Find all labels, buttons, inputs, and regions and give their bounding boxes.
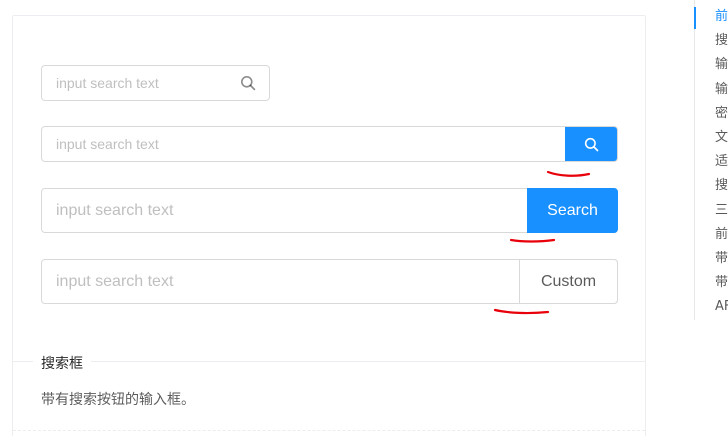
search-button[interactable] (565, 127, 617, 161)
search-icon (584, 137, 599, 151)
search-input-suffix-icon (41, 65, 270, 101)
anchor-link[interactable]: 文 (715, 130, 728, 146)
search-input[interactable] (42, 66, 227, 100)
anchor-link[interactable]: 带 (715, 275, 728, 291)
demo-divider (13, 361, 645, 362)
demo-description: 带有搜索按钮的输入框。 (41, 392, 195, 408)
anchor-link[interactable]: 密 (715, 106, 728, 122)
dashed-divider (13, 430, 645, 431)
demo-title: 搜索框 (33, 353, 91, 373)
page: Search Custom 搜索框 带有搜索按钮的输入框。 前搜输输密文适搜三前… (0, 0, 728, 436)
anchor-link[interactable]: 三 (715, 203, 728, 219)
anchor-ink-indicator (694, 7, 696, 29)
search-button[interactable]: Search (527, 188, 618, 233)
anchor-nav: 前搜输输密文适搜三前带带 AF (694, 0, 728, 320)
search-input[interactable] (42, 260, 519, 303)
anchor-link[interactable]: 适 (715, 154, 728, 170)
search-input[interactable] (42, 127, 565, 161)
search-input[interactable] (42, 189, 527, 232)
anchor-link[interactable]: 输 (715, 82, 728, 98)
anchor-link[interactable]: 带 (715, 251, 728, 267)
search-icon[interactable] (227, 66, 269, 100)
custom-button[interactable]: Custom (519, 259, 618, 304)
anchor-link[interactable]: 搜 (715, 178, 728, 194)
search-input-large-text-button: Search (41, 188, 618, 233)
search-input-custom-button: Custom (41, 259, 618, 304)
anchor-link[interactable]: 前 (715, 227, 728, 243)
anchor-link[interactable]: AF (715, 299, 728, 315)
anchor-link[interactable]: 前 (715, 9, 728, 25)
anchor-link[interactable]: 输 (715, 57, 728, 73)
search-input-icon-button (41, 126, 618, 162)
demo-card: Search Custom 搜索框 带有搜索按钮的输入框。 (12, 15, 646, 436)
anchor-link[interactable]: 搜 (715, 33, 728, 49)
